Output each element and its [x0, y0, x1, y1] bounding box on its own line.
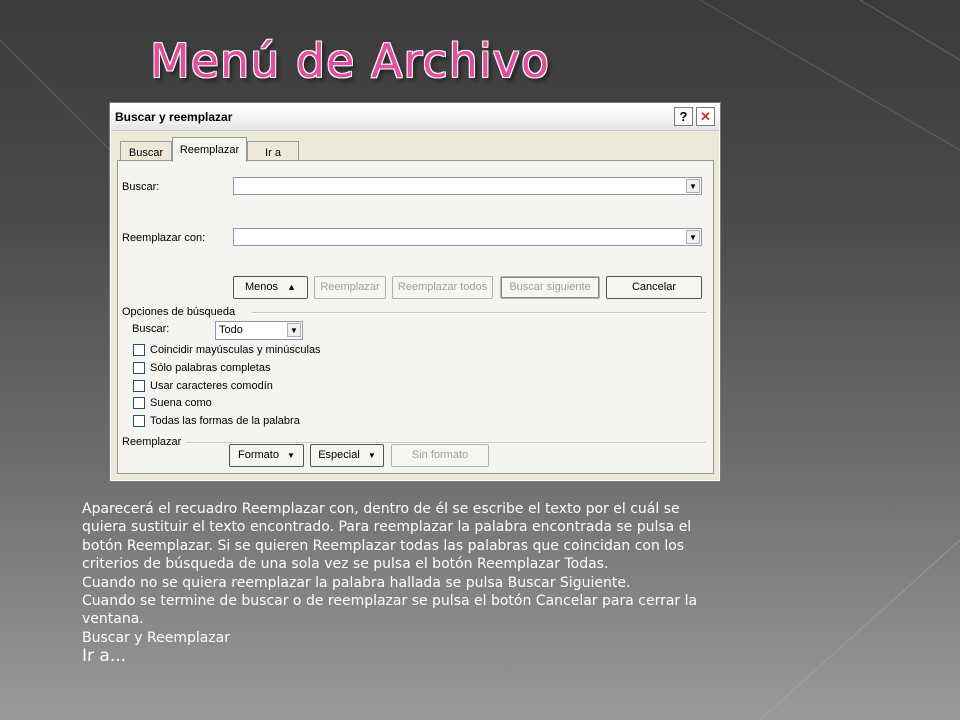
- replace-label: Reemplazar con:: [122, 232, 206, 244]
- chevron-down-icon[interactable]: ▼: [287, 323, 301, 337]
- dialog-titlebar: Buscar y reemplazar ? ✕: [111, 104, 719, 131]
- less-button[interactable]: Menos ▲: [233, 276, 308, 299]
- checkbox-label: Suena como: [150, 397, 212, 409]
- chevron-down-icon[interactable]: ▼: [686, 230, 700, 244]
- tab-panel: Buscar: ▼ Reemplazar con: ▼ Menos ▲ Reem…: [117, 160, 714, 474]
- find-next-button[interactable]: Buscar siguiente: [500, 276, 600, 299]
- cancel-button[interactable]: Cancelar: [606, 276, 702, 299]
- search-scope-label: Buscar:: [132, 323, 170, 335]
- paragraph-cancel: Cuando se termine de buscar o de reempla…: [82, 593, 698, 628]
- find-input[interactable]: ▼: [233, 177, 702, 195]
- replace-all-button[interactable]: Reemplazar todos: [392, 276, 493, 299]
- search-scope-select[interactable]: Todo ▼: [215, 321, 303, 340]
- replace-button[interactable]: Reemplazar: [314, 276, 386, 299]
- checkbox-label: Usar caracteres comodín: [150, 380, 273, 392]
- paragraph-find-next: Cuando no se quiera reemplazar la palabr…: [82, 574, 631, 591]
- no-format-button[interactable]: Sin formato: [391, 444, 489, 467]
- replace-section-heading: Reemplazar: [122, 436, 182, 448]
- checkbox-sounds-like[interactable]: [133, 397, 145, 409]
- checkbox-wildcards[interactable]: [133, 380, 145, 392]
- chevron-down-icon: ▼: [367, 451, 376, 460]
- checkbox-match-case[interactable]: [133, 344, 145, 356]
- tab-reemplazar[interactable]: Reemplazar: [172, 137, 247, 162]
- chevron-up-icon: ▲: [287, 282, 296, 292]
- divider: [252, 312, 706, 314]
- tab-buscar[interactable]: Buscar: [120, 141, 172, 161]
- checkbox-label: Sólo palabras completas: [150, 362, 271, 374]
- help-icon[interactable]: ?: [674, 107, 693, 126]
- close-icon[interactable]: ✕: [696, 107, 715, 126]
- checkbox-label: Todas las formas de la palabra: [150, 415, 300, 427]
- paragraph-go-to: Ir a...: [82, 646, 127, 667]
- tab-ir-a[interactable]: Ir a: [247, 141, 299, 161]
- paragraph-replace-with: Aparecerá el recuadro Reemplazar con, de…: [82, 501, 692, 573]
- find-label: Buscar:: [122, 181, 160, 193]
- paragraph-find-replace: Buscar y Reemplazar: [82, 629, 230, 646]
- checkbox-word-forms[interactable]: [133, 415, 145, 427]
- chevron-down-icon: ▼: [287, 451, 295, 460]
- format-button[interactable]: Formato ▼: [229, 444, 304, 467]
- slide-title: Menú de Archivo: [150, 34, 551, 88]
- chevron-down-icon[interactable]: ▼: [686, 179, 700, 193]
- replace-input[interactable]: ▼: [233, 228, 702, 246]
- checkbox-label: Coincidir mayúsculas y minúsculas: [150, 344, 321, 356]
- dialog-title: Buscar y reemplazar: [115, 110, 233, 124]
- slide-body-text: Aparecerá el recuadro Reemplazar con, de…: [82, 500, 712, 666]
- checkbox-whole-words[interactable]: [133, 362, 145, 374]
- search-options-heading: Opciones de búsqueda: [122, 306, 236, 318]
- find-replace-dialog: Buscar y reemplazar ? ✕ Buscar Reemplaza…: [110, 103, 720, 481]
- special-button[interactable]: Especial ▼: [310, 444, 384, 467]
